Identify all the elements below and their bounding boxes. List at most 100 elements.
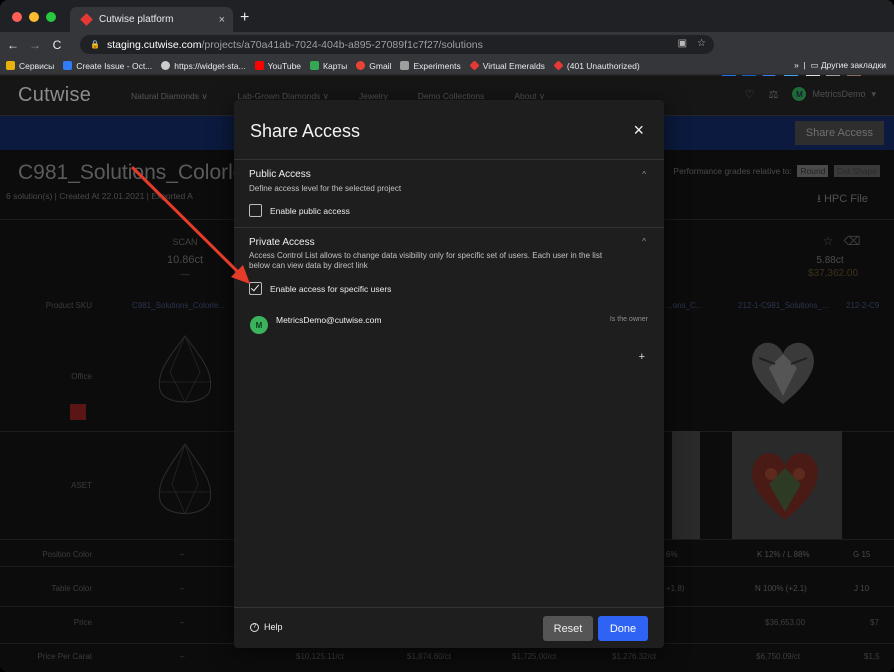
sku-cell[interactable]: 212-1-C981_Solutions_... <box>738 301 829 310</box>
bookmark-item[interactable]: Сервисы <box>6 61 54 71</box>
divider <box>234 159 664 160</box>
row-label-sku: Product SKU <box>45 301 92 310</box>
compare-scale-icon[interactable]: ⚖ <box>769 88 779 101</box>
forward-button[interactable]: → <box>26 38 44 52</box>
other-bookmarks[interactable]: Другие закладки <box>821 60 886 70</box>
heart-diamond-image[interactable] <box>745 334 821 410</box>
bookmark-item[interactable]: Create Issue - Oct... <box>63 61 152 71</box>
pear-diamond-aset-image[interactable] <box>150 440 220 524</box>
cutwise-favicon-icon <box>80 13 93 26</box>
ppc-cell: $6,750.09/ct <box>756 652 801 661</box>
help-link[interactable]: ? Help <box>250 622 283 632</box>
row-label-aset: ASET <box>71 481 92 490</box>
done-button[interactable]: Done <box>598 616 648 641</box>
grade-chip-cut-shape[interactable]: Cut Shape <box>833 165 880 177</box>
owner-badge: Is the owner <box>609 316 648 323</box>
row-label-price-per-carat: Price Per Carat <box>37 652 92 661</box>
play-video-icon[interactable] <box>70 404 86 420</box>
grade-chip-round[interactable]: Round <box>797 165 829 177</box>
avatar: M <box>250 316 268 334</box>
bookmark-item[interactable]: https://widget-sta... <box>161 61 246 71</box>
minimize-window-button[interactable] <box>29 12 39 22</box>
position-color-cell: K 12% / L 88% <box>757 550 810 559</box>
enable-public-access-checkbox[interactable] <box>249 204 262 217</box>
price-cell: – <box>180 618 185 627</box>
bookmark-star-icon[interactable]: ☆ <box>697 38 706 49</box>
checkmark-icon <box>250 282 260 292</box>
browser-toolbar: ← → C 🔒 staging.cutwise.com/projects/a70… <box>0 32 894 84</box>
private-access-title: Private Access <box>249 237 315 248</box>
divider <box>234 607 664 608</box>
cutwise-icon <box>469 60 480 71</box>
row-label-office: Office <box>71 372 92 381</box>
user-email: MetricsDemo@cutwise.com <box>276 315 382 325</box>
folder-icon: ▭ <box>810 60 819 70</box>
trash-icon[interactable]: ⌫ <box>842 234 862 248</box>
download-icon: ⭳ <box>817 193 824 205</box>
bookmarks-overflow-button[interactable]: » <box>794 60 799 70</box>
close-icon[interactable]: × <box>633 120 644 141</box>
chevron-down-icon: ▾ <box>871 88 876 99</box>
browser-window: Cutwise platform × + ← → C 🔒 staging.cut… <box>0 0 894 672</box>
collapse-private-icon[interactable]: ^ <box>642 237 646 246</box>
enable-specific-users-checkbox[interactable] <box>249 282 262 295</box>
right-weight: 5.88ct <box>816 255 844 266</box>
public-access-description: Define access level for the selected pro… <box>249 184 402 193</box>
bookmarks-bar: Сервисы Create Issue - Oct... https://wi… <box>0 57 894 75</box>
bookmark-item[interactable]: Experiments <box>400 61 461 71</box>
aset-image-frame <box>672 431 700 539</box>
heart-diamond-aset-image[interactable] <box>745 444 825 526</box>
public-access-title: Public Access <box>249 169 311 180</box>
collapse-public-icon[interactable]: ^ <box>642 170 646 179</box>
maximize-window-button[interactable] <box>46 12 56 22</box>
bookmark-item[interactable]: Карты <box>310 61 347 71</box>
lock-icon: 🔒 <box>90 40 100 49</box>
jira-icon <box>63 61 73 70</box>
scan-dash: — <box>180 269 190 279</box>
enable-public-access-label[interactable]: Enable public access <box>270 206 350 216</box>
close-window-button[interactable] <box>12 12 22 22</box>
right-price: $37,362.00 <box>807 268 859 279</box>
user-name: MetricsDemo <box>812 89 866 99</box>
browser-tab[interactable]: Cutwise platform × <box>70 7 233 32</box>
pear-diamond-image[interactable] <box>150 332 220 412</box>
grades-selector: Performance grades relative to: Round Cu… <box>673 165 880 177</box>
cutwise-icon <box>553 60 564 71</box>
ppc-cell: – <box>180 652 185 661</box>
ppc-cell: $1,725.00/ct <box>512 652 557 661</box>
project-title: C981_Solutions_Colorle <box>18 161 245 184</box>
hpc-file-link[interactable]: ⭳ HPC File <box>817 190 868 209</box>
heart-icon[interactable]: ♡ <box>745 88 755 101</box>
enable-specific-users-label[interactable]: Enable access for specific users <box>270 284 391 294</box>
globe-icon <box>161 61 171 70</box>
row-label-price: Price <box>73 618 92 627</box>
bookmark-item[interactable]: YouTube <box>254 61 301 71</box>
reset-button[interactable]: Reset <box>543 616 593 641</box>
ppc-cell: $1,5 <box>864 652 880 661</box>
reload-button[interactable]: C <box>48 38 66 52</box>
cutwise-logo[interactable]: Cutwise <box>18 84 91 107</box>
user-menu[interactable]: M MetricsDemo ▾ <box>792 87 876 101</box>
bookmark-item[interactable]: Gmail <box>356 61 391 71</box>
add-user-button[interactable]: + <box>639 351 645 363</box>
scan-label: SCAN <box>172 237 198 247</box>
price-cell: $36,653.00 <box>765 618 806 627</box>
position-color-cell: G 15 <box>853 550 871 559</box>
back-button[interactable]: ← <box>4 38 22 52</box>
scan-weight: 10.86ct <box>166 254 204 266</box>
sku-cell[interactable]: C981_Solutions_Colorle... <box>132 301 225 310</box>
position-color-cell: 6% <box>666 550 678 559</box>
bookmark-item[interactable]: Virtual Emeralds <box>469 60 545 71</box>
nav-natural-diamonds[interactable]: Natural Diamonds ∨ <box>131 91 208 102</box>
address-bar[interactable]: 🔒 staging.cutwise.com/projects/a70a41ab-… <box>80 35 714 54</box>
row-label-table-color: Table Color <box>51 584 92 593</box>
position-color-cell: – <box>180 550 185 559</box>
tab-close-icon[interactable]: × <box>219 14 225 26</box>
favorite-star-icon[interactable]: ☆ <box>816 234 840 248</box>
share-access-button[interactable]: Share Access <box>794 121 884 145</box>
translate-icon[interactable]: ▣ <box>678 38 687 49</box>
sku-cell[interactable]: ...ons_C... <box>666 301 702 310</box>
bookmark-item[interactable]: (401 Unauthorized) <box>553 60 640 71</box>
new-tab-button[interactable]: + <box>240 9 249 27</box>
sku-cell[interactable]: 212-2-C9 <box>846 301 879 310</box>
